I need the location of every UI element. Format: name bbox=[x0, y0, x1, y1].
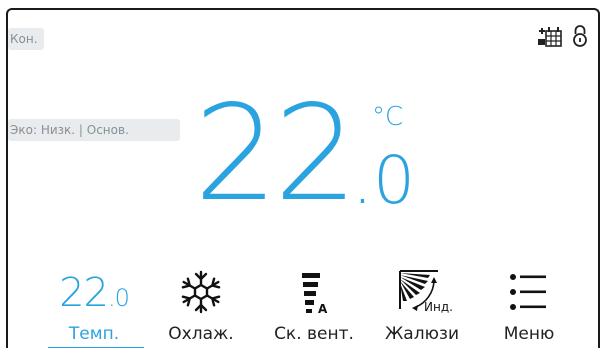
setpoint-decimal: .0 bbox=[352, 142, 415, 219]
tab-cooling[interactable]: Охлаж. bbox=[156, 260, 246, 346]
snowflake-icon bbox=[181, 270, 221, 314]
eco-mode-chip[interactable]: Эко: Низк. | Основ. bbox=[8, 119, 180, 141]
temperature-unit: °C bbox=[372, 102, 404, 132]
thermostat-screen: Кон. Эко: Низк. | Основ. 22 .0 °C 22.0 Т… bbox=[6, 8, 600, 348]
fan-speed-auto-icon: A bbox=[302, 273, 328, 315]
louver-individual-text: Инд. bbox=[424, 300, 453, 314]
tab-cooling-label: Охлаж. bbox=[168, 324, 234, 344]
tab-menu-label: Меню bbox=[503, 324, 555, 344]
lock-icon bbox=[572, 24, 588, 48]
menu-list-icon bbox=[510, 274, 546, 310]
tab-temperature-label: Темп. bbox=[68, 324, 120, 344]
tab-temperature[interactable]: 22.0 Темп. bbox=[44, 260, 144, 348]
schedule-calendar-icon bbox=[538, 25, 562, 47]
tab-fan-speed[interactable]: A Ск. вент. bbox=[260, 260, 368, 346]
tab-temperature-value: 22.0 bbox=[59, 270, 130, 316]
tab-louvers-label: Жалюзи bbox=[385, 324, 459, 344]
louver-icon: Инд. bbox=[399, 270, 453, 314]
bottom-tab-bar: 22.0 Темп. Охлаж. A Ск. вент. Инд. Жалюз… bbox=[8, 260, 598, 348]
fan-speed-auto-letter: A bbox=[318, 302, 328, 315]
tab-fan-speed-label: Ск. вент. bbox=[274, 324, 354, 344]
setpoint-integer: 22 bbox=[194, 77, 358, 231]
mode-chip[interactable]: Кон. bbox=[8, 28, 44, 50]
status-icons bbox=[538, 24, 588, 48]
tab-louvers[interactable]: Инд. Жалюзи bbox=[372, 260, 472, 346]
tab-menu[interactable]: Меню bbox=[484, 260, 574, 346]
